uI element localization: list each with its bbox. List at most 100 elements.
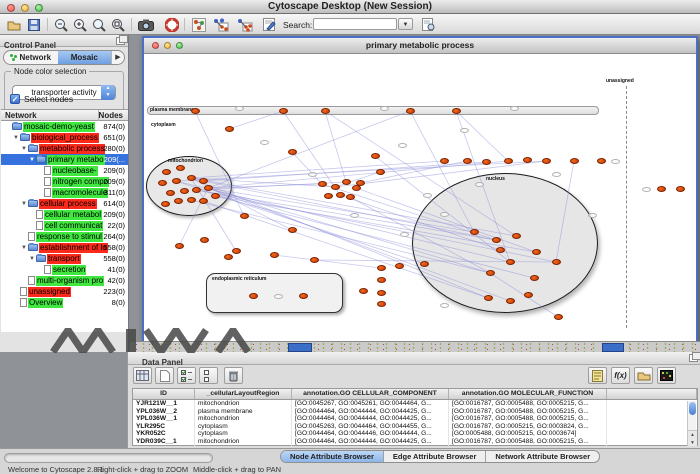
tree-row[interactable]: secretion41(0) — [1, 264, 128, 275]
table-row[interactable]: YPL036W__2plasma membrane[GO:0044464, GO… — [133, 408, 697, 416]
zoom-fit-icon[interactable] — [110, 17, 126, 32]
graph-node[interactable] — [180, 188, 189, 194]
graph-node[interactable] — [376, 169, 385, 175]
graph-node[interactable] — [420, 261, 429, 267]
graph-node[interactable] — [676, 186, 685, 192]
graph-node[interactable] — [492, 237, 501, 243]
graph-node[interactable] — [199, 178, 208, 184]
import-attributes-icon[interactable] — [634, 367, 653, 384]
graph-node[interactable] — [270, 252, 279, 258]
graph-node[interactable] — [570, 158, 579, 164]
graph-node[interactable] — [166, 190, 175, 196]
open-icon[interactable] — [6, 17, 22, 32]
tab-scroll-right[interactable]: ▶ — [111, 51, 124, 64]
graph-node[interactable] — [496, 247, 505, 253]
graph-node[interactable] — [288, 227, 297, 233]
graph-node[interactable] — [523, 157, 532, 163]
graph-node[interactable] — [463, 158, 472, 164]
graph-node[interactable] — [187, 197, 196, 203]
graph-node[interactable] — [452, 108, 461, 114]
graph-node[interactable] — [395, 263, 404, 269]
graph-node[interactable] — [506, 298, 515, 304]
table-row[interactable]: YDR039C__1mitochondrion[GO:0044464, GO:0… — [133, 438, 697, 446]
graph-node[interactable] — [552, 259, 561, 265]
graph-node[interactable] — [484, 295, 493, 301]
network-overlay-icon[interactable] — [191, 17, 207, 32]
annotate-icon[interactable] — [261, 17, 277, 32]
unselect-attributes-icon[interactable] — [199, 367, 218, 384]
graph-node[interactable] — [377, 265, 386, 271]
layout-icon-1[interactable] — [213, 17, 229, 32]
column-header[interactable]: ID — [133, 389, 195, 399]
graph-node[interactable] — [158, 180, 167, 186]
tab-node-attribute-browser[interactable]: Node Attribute Browser — [281, 451, 384, 462]
table-row[interactable]: YPL036W__1mitochondrion[GO:0044464, GO:0… — [133, 415, 697, 423]
tree-row[interactable]: mosaic-demo-yeast874(0) — [1, 121, 128, 132]
select-attributes-icon[interactable] — [177, 367, 196, 384]
graph-node[interactable] — [342, 179, 351, 185]
search-dropdown-arrow[interactable]: ▼ — [398, 18, 413, 30]
tree-row[interactable]: ▼primary metabo209(... — [1, 154, 128, 165]
graph-node[interactable] — [318, 181, 327, 187]
table-row[interactable]: YLR295Ccytoplasm[GO:0045263, GO:0044464,… — [133, 423, 697, 431]
table-scrollbar[interactable]: ▲▼ — [687, 401, 696, 446]
search-config-icon[interactable] — [420, 17, 436, 32]
notes-icon[interactable] — [588, 367, 607, 384]
graph-node[interactable] — [232, 248, 241, 254]
tree-expand-icon[interactable]: ▼ — [20, 245, 28, 251]
search-input[interactable] — [313, 18, 397, 30]
tree-row[interactable]: ▼establishment of lo558(0) — [1, 242, 128, 253]
tree-row[interactable]: ▼biological_process651(0) — [1, 132, 128, 143]
tree-row[interactable]: unassigned223(0) — [1, 286, 128, 297]
graph-node[interactable] — [377, 290, 386, 296]
graph-node[interactable] — [192, 187, 201, 193]
scrollbar-arrows[interactable]: ▲▼ — [688, 430, 697, 446]
matrix-icon[interactable] — [657, 367, 676, 384]
graph-node[interactable] — [356, 180, 365, 186]
tree-expand-icon[interactable]: ▼ — [20, 146, 28, 152]
network-window-titlebar[interactable]: primary metabolic process — [144, 38, 696, 54]
attribute-table-icon[interactable] — [133, 367, 152, 384]
tree-expand-icon[interactable]: ▼ — [28, 256, 36, 262]
graph-node[interactable] — [371, 153, 380, 159]
tree-row[interactable]: ▼transport558(0) — [1, 253, 128, 264]
graph-node[interactable] — [174, 198, 183, 204]
graph-node[interactable] — [554, 314, 563, 320]
help-icon[interactable] — [164, 17, 180, 32]
graph-node[interactable] — [176, 165, 185, 171]
graph-node[interactable] — [240, 213, 249, 219]
tree-expand-icon[interactable]: ▼ — [28, 157, 36, 163]
graph-node[interactable] — [532, 249, 541, 255]
save-icon[interactable] — [26, 17, 42, 32]
snapshot-icon[interactable] — [138, 17, 154, 32]
tab-mosaic[interactable]: Mosaic — [58, 51, 112, 64]
graph-node[interactable] — [336, 192, 345, 198]
function-builder-icon[interactable]: f(x) — [611, 367, 630, 384]
graph-node[interactable] — [310, 257, 319, 263]
tree-row[interactable]: response to stimul264(0) — [1, 231, 128, 242]
graph-node[interactable] — [482, 159, 491, 165]
graph-node[interactable] — [597, 158, 606, 164]
graph-node[interactable] — [288, 149, 297, 155]
graph-node[interactable] — [530, 275, 539, 281]
graph-node[interactable] — [331, 184, 340, 190]
graph-node[interactable] — [249, 293, 258, 299]
graph-node[interactable] — [542, 158, 551, 164]
tab-edge-attribute-browser[interactable]: Edge Attribute Browser — [384, 451, 486, 462]
graph-node[interactable] — [172, 178, 181, 184]
graph-node[interactable] — [199, 198, 208, 204]
float-panel-icon[interactable] — [116, 37, 125, 45]
graph-node[interactable] — [657, 186, 666, 192]
tree-row[interactable]: cellular metabol209(0) — [1, 209, 128, 220]
graph-node[interactable] — [161, 201, 170, 207]
select-nodes-checkbox[interactable]: ✓ — [10, 94, 20, 104]
graph-node[interactable] — [346, 194, 355, 200]
tab-network[interactable]: Network — [4, 51, 58, 64]
tree-row[interactable]: ▼cellular process614(0) — [1, 198, 128, 209]
zoom-in-icon[interactable] — [72, 17, 88, 32]
graph-node[interactable] — [486, 270, 495, 276]
graph-node[interactable] — [504, 158, 513, 164]
graph-node[interactable] — [200, 237, 209, 243]
table-row[interactable]: YJR121W__1mitochondrion[GO:0045267, GO:0… — [133, 400, 697, 408]
graph-node[interactable] — [377, 301, 386, 307]
